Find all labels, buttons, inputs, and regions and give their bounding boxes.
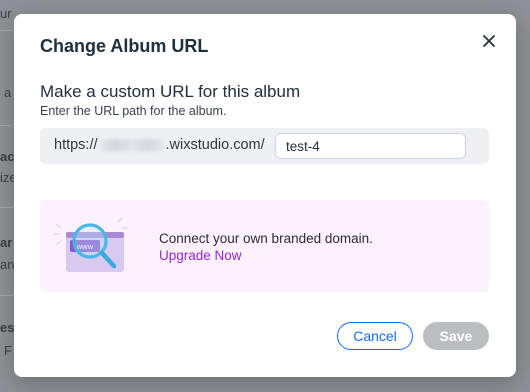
background-divider [0,30,14,31]
change-album-url-dialog: Change Album URL Make a custom URL for t… [14,14,516,377]
background-text: es [0,320,14,335]
save-button[interactable]: Save [423,322,489,350]
url-prefix-start: https:// [54,137,98,153]
background-text: ize [0,170,14,185]
background-text: an [0,257,14,272]
section-subtitle: Enter the URL path for the album. [40,104,227,118]
upgrade-now-link[interactable]: Upgrade Now [159,248,242,263]
close-icon [483,35,495,47]
background-divider [0,207,14,208]
domain-promo-banner: www Connect your own branded domain. Upg… [40,200,489,292]
background-text: ac [0,149,14,164]
cancel-button[interactable]: Cancel [337,322,413,350]
url-prefix: https:// .wixstudio.com/ [54,137,265,153]
background-divider [0,125,14,126]
blurred-site-name [99,139,164,151]
url-field-row: https:// .wixstudio.com/ [40,128,489,164]
url-slug-input[interactable] [275,133,466,159]
section-title: Make a custom URL for this album [40,82,301,101]
promo-text: Connect your own branded domain. [159,231,373,246]
close-button[interactable] [478,30,500,52]
background-text: ar [0,235,13,250]
background-text: ur Settin [0,6,14,21]
dialog-title: Change Album URL [40,36,209,56]
background-divider [0,295,14,296]
url-prefix-end: .wixstudio.com/ [165,137,265,153]
domain-search-illustration-icon: www [53,217,128,272]
